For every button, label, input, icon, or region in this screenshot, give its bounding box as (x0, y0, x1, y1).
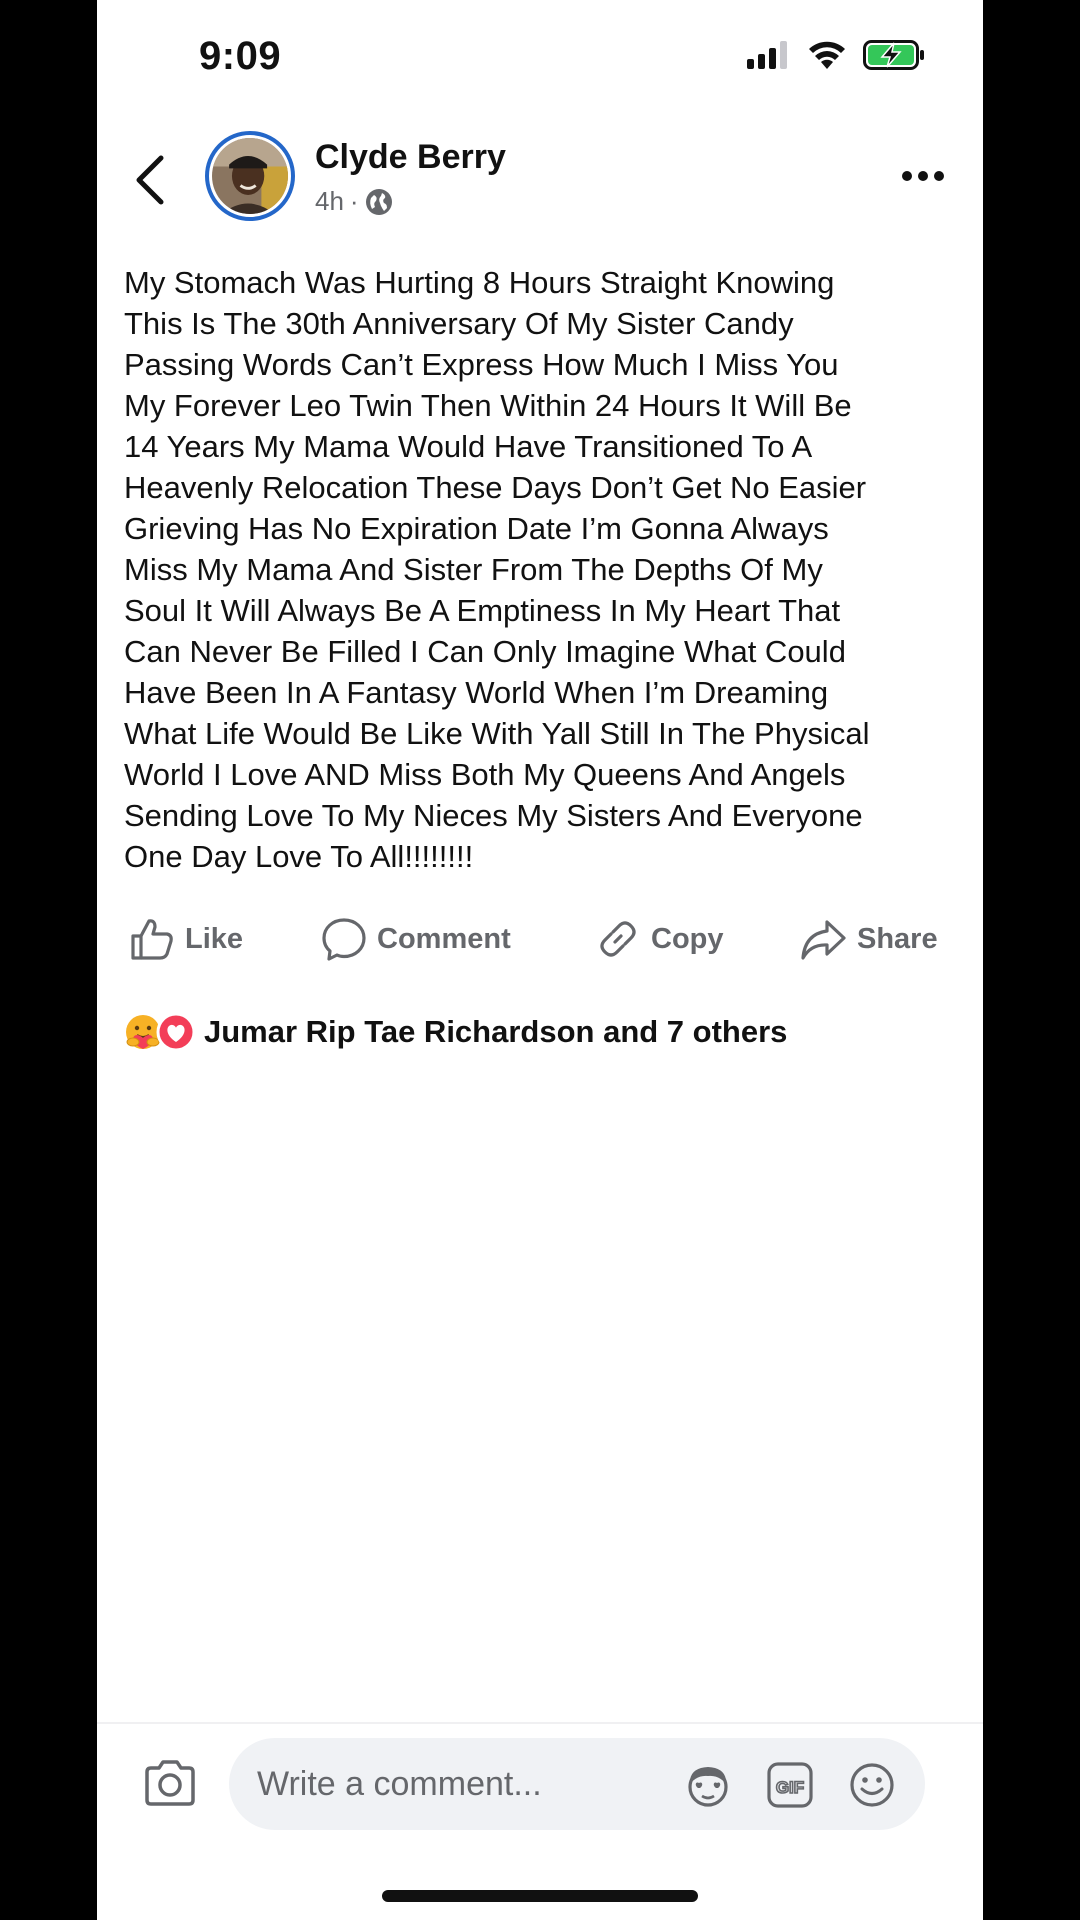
home-indicator[interactable] (382, 1890, 698, 1902)
avatar-photo (212, 138, 288, 214)
love-reaction-icon (156, 1012, 196, 1052)
comment-button[interactable]: Comment (321, 916, 511, 962)
link-icon (600, 921, 636, 957)
composer-divider (97, 1722, 983, 1724)
comment-composer: GIF (229, 1738, 925, 1830)
cellular-signal-icon (747, 41, 787, 69)
copy-label: Copy (651, 922, 724, 955)
reactions-summary-text: Jumar Rip Tae Richardson and 7 others (204, 1014, 788, 1049)
thumbs-up-icon (131, 919, 173, 960)
copy-link-button[interactable]: Copy (595, 916, 724, 962)
share-button[interactable]: Share (799, 916, 938, 962)
globe-public-icon (365, 188, 392, 215)
battery-charging-icon (863, 40, 924, 70)
gif-icon[interactable]: GIF (765, 1760, 815, 1810)
share-arrow-icon (801, 920, 846, 960)
status-icons (747, 40, 925, 70)
post-age[interactable]: 4h (315, 186, 344, 217)
emoji-icon[interactable] (847, 1760, 897, 1810)
meta-separator: · (349, 186, 359, 216)
back-chevron-icon[interactable] (131, 150, 171, 210)
avatar-sticker-icon[interactable] (683, 1760, 733, 1810)
post-action-bar: Like Comment Copy Share (127, 916, 957, 966)
status-time: 9:09 (199, 34, 282, 78)
like-label: Like (185, 922, 244, 955)
post-meta: 4h · (315, 186, 393, 217)
share-label: Share (857, 922, 938, 955)
like-button[interactable]: Like (129, 916, 243, 962)
author-name[interactable]: Clyde Berry (315, 138, 506, 177)
wifi-icon (809, 41, 845, 69)
camera-icon[interactable] (142, 1758, 198, 1808)
author-avatar[interactable] (205, 131, 295, 221)
post-text: My Stomach Was Hurting 8 Hours Straight … (124, 265, 870, 874)
post-screen: 9:09 Clyde Berry 4h · My Stomach Was Hur… (97, 0, 983, 1920)
comment-label: Comment (377, 922, 511, 955)
comment-bubble-icon (322, 918, 366, 961)
reactions-summary[interactable]: Jumar Rip Tae Richardson and 7 others (124, 1012, 787, 1052)
comment-input[interactable] (257, 1738, 657, 1830)
svg-text:GIF: GIF (776, 1778, 804, 1797)
more-options-icon[interactable] (899, 160, 947, 192)
